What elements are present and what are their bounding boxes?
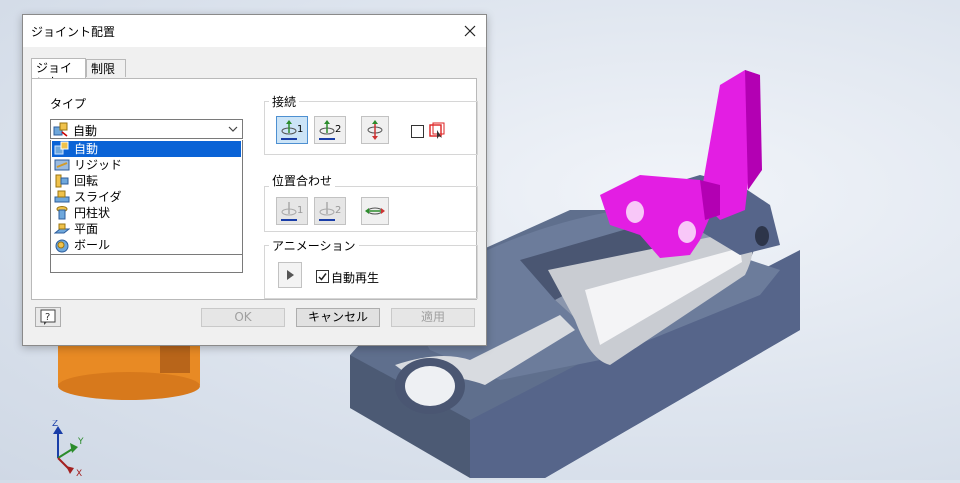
type-option-label: ボール: [74, 238, 111, 252]
ok-button[interactable]: OK: [201, 308, 285, 327]
checkmark-icon: [318, 273, 327, 281]
chevron-down-icon: [228, 126, 238, 132]
align-icon: [319, 202, 335, 221]
auto-joint-icon: [53, 122, 68, 137]
connect-origin-2-number: 2: [335, 124, 342, 135]
select-origin-icon: [281, 120, 297, 140]
auto-joint-icon: [54, 141, 69, 155]
cylindrical-joint-icon: [56, 206, 68, 220]
tab-limits-label: 制限: [91, 62, 116, 76]
triad-y-label: Y: [77, 437, 84, 447]
ball-joint-icon: [55, 239, 69, 253]
type-option-label: 円柱状: [74, 206, 111, 220]
flip-component-button[interactable]: [361, 116, 389, 144]
tab-limits[interactable]: 制限: [86, 59, 126, 77]
autoplay-label: 自動再生: [331, 271, 380, 285]
type-option-ball[interactable]: ボール: [52, 237, 241, 253]
dialog-title: ジョイント配置: [31, 25, 116, 39]
type-option-label: スライダ: [74, 190, 122, 204]
type-option-rigid[interactable]: リジッド: [52, 157, 241, 173]
view-triad: Z Y X: [44, 419, 94, 479]
planar-joint-icon: [54, 223, 70, 234]
animation-label: アニメーション: [269, 237, 359, 254]
autoplay-checkbox[interactable]: [316, 270, 329, 283]
type-option-label: 自動: [74, 142, 99, 156]
rotational-joint-icon: [55, 174, 69, 188]
connect-origin-1-number: 1: [297, 124, 304, 135]
align-2-number: 2: [335, 205, 342, 216]
rigid-joint-icon: [54, 159, 70, 171]
triad-x-label: X: [76, 469, 82, 476]
type-option-auto[interactable]: 自動: [52, 141, 241, 157]
flip-icon: [367, 120, 383, 140]
type-dropdown-list: 自動 リジッド 回転 スライダ 円柱状 平面 ボール: [50, 140, 243, 255]
type-select[interactable]: 自動: [50, 119, 243, 139]
type-option-slider[interactable]: スライダ: [52, 189, 241, 205]
select-origin-icon: [319, 120, 335, 140]
close-button[interactable]: [458, 19, 482, 43]
play-animation-button[interactable]: [278, 262, 302, 288]
help-button[interactable]: ?: [35, 307, 61, 327]
connect-label: 接続: [269, 93, 300, 110]
align-flip-icon: [365, 207, 385, 215]
align-label: 位置合わせ: [269, 172, 336, 189]
help-icon: ?: [40, 309, 56, 325]
joint-placement-dialog: ジョイント配置 ジョイント 制限 タイプ 自動: [22, 14, 487, 346]
type-option-rotational[interactable]: 回転: [52, 173, 241, 189]
svg-text:?: ?: [45, 312, 50, 323]
align-2-button[interactable]: 2: [314, 197, 346, 225]
connect-origin-2-button[interactable]: 2: [314, 116, 346, 144]
component-select-icon: [429, 122, 445, 139]
align-icon: [281, 202, 297, 221]
type-option-planar[interactable]: 平面: [52, 221, 241, 237]
dialog-titlebar[interactable]: ジョイント配置: [23, 15, 486, 47]
triad-z-label: Z: [52, 420, 58, 429]
align-flip-button[interactable]: [361, 197, 389, 225]
type-label: タイプ: [50, 97, 87, 111]
connect-origin-1-button[interactable]: 1: [276, 116, 308, 144]
tab-joint[interactable]: ジョイント: [31, 58, 86, 89]
slider-joint-icon: [54, 190, 70, 203]
type-option-label: リジッド: [74, 158, 123, 172]
align-1-number: 1: [297, 205, 304, 216]
apply-button[interactable]: 適用: [391, 308, 475, 327]
play-icon: [287, 270, 294, 280]
lock-checkbox[interactable]: [411, 125, 424, 138]
joint-tab-panel: タイプ 自動 自動 リジッド 回転 スライダ 円柱状 平面 ボール 接続 1 2…: [31, 78, 478, 300]
type-option-label: 回転: [74, 174, 99, 188]
type-option-label: 平面: [74, 222, 99, 236]
align-1-button[interactable]: 1: [276, 197, 308, 225]
type-option-cylindrical[interactable]: 円柱状: [52, 205, 241, 221]
close-icon: [464, 25, 476, 37]
cancel-button[interactable]: キャンセル: [296, 308, 380, 327]
type-select-value: 自動: [73, 124, 98, 138]
